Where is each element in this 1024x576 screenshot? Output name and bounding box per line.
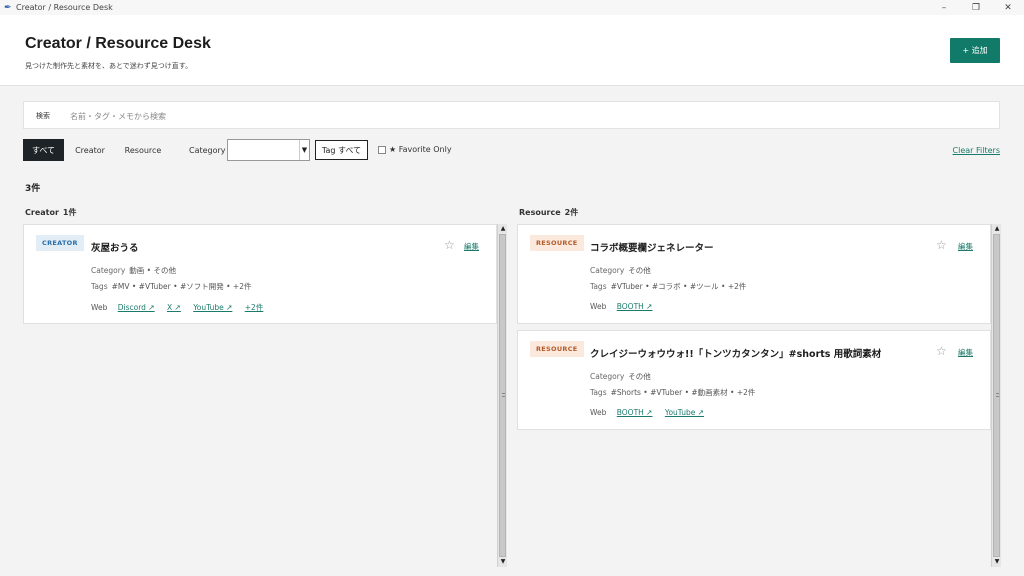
star-icon[interactable]: ☆ (936, 344, 947, 358)
x-link[interactable]: X ↗ (167, 303, 181, 312)
youtube-link[interactable]: YouTube ↗ (665, 408, 704, 417)
result-count: 3件 (25, 184, 41, 194)
edit-link[interactable]: 編集 (958, 241, 973, 252)
card-category: Category 動画 • その他 (91, 265, 176, 276)
edit-link[interactable]: 編集 (464, 241, 479, 252)
window-title: Creator / Resource Desk (16, 3, 113, 12)
discord-link[interactable]: Discord ↗ (118, 303, 155, 312)
close-button[interactable]: ✕ (992, 0, 1024, 15)
scroll-up-icon[interactable]: ▲ (992, 224, 1002, 234)
category-value: その他 (628, 372, 651, 381)
category-value: 動画 • その他 (129, 266, 176, 275)
category-value: その他 (628, 266, 651, 275)
card-tags: Tags #MV • #VTuber • #ソフト開発 • +2件 (91, 281, 251, 292)
scroll-down-icon[interactable]: ▼ (992, 557, 1002, 567)
tag-filter-button[interactable]: Tag すべて (315, 140, 368, 160)
scroll-up-icon[interactable]: ▲ (498, 224, 508, 234)
resource-column-count: 2件 (564, 208, 579, 217)
booth-link[interactable]: BOOTH ↗ (617, 302, 653, 311)
tags-value: #MV • #VTuber • #ソフト開発 • +2件 (111, 282, 252, 291)
filter-creator[interactable]: Creator (70, 139, 110, 161)
category-select[interactable]: ▼ (227, 139, 310, 161)
type-badge: CREATOR (36, 235, 84, 251)
clear-filters-link[interactable]: Clear Filters (953, 146, 1000, 155)
card-name: 灰屋おうる (91, 243, 139, 254)
resource-scrollbar[interactable]: ▲ ▼ (991, 224, 1001, 567)
minimize-button[interactable]: – (928, 0, 960, 15)
grip-icon (996, 393, 999, 397)
edit-link[interactable]: 編集 (958, 347, 973, 358)
scroll-down-icon[interactable]: ▼ (498, 557, 508, 567)
web-key: Web (590, 408, 607, 417)
tags-value: #Shorts • #VTuber • #動画素材 • +2件 (610, 388, 756, 397)
favorite-label: ★ Favorite Only (389, 145, 452, 154)
resource-card[interactable]: RESOURCE コラボ概要欄ジェネレーター ☆ 編集 Category その他 … (517, 224, 991, 324)
card-web: Web BOOTH ↗ YouTube ↗ (590, 408, 714, 417)
search-input[interactable] (70, 107, 970, 125)
category-key: Category (590, 372, 625, 381)
feather-icon: ✒ (4, 2, 12, 13)
favorite-only-toggle[interactable]: ★ Favorite Only (378, 145, 452, 154)
resource-column-head: Resource 2件 (519, 207, 578, 218)
card-category: Category その他 (590, 265, 651, 276)
window-titlebar: ✒ Creator / Resource Desk (0, 0, 1024, 15)
star-icon[interactable]: ☆ (936, 238, 947, 252)
type-badge: RESOURCE (530, 341, 584, 357)
search-label: 検索 (36, 112, 50, 120)
search-bar: 検索 (23, 101, 1000, 129)
type-badge: RESOURCE (530, 235, 584, 251)
tags-key: Tags (590, 282, 607, 291)
card-tags: Tags #VTuber • #コラボ • #ツール • +2件 (590, 281, 746, 292)
filter-all[interactable]: すべて (23, 139, 64, 161)
scroll-thumb[interactable] (499, 234, 506, 557)
web-key: Web (91, 303, 108, 312)
tags-value: #VTuber • #コラボ • #ツール • +2件 (610, 282, 747, 291)
resource-card[interactable]: RESOURCE クレイジーウォウウォ!!「トンツカタンタン」#shorts 用… (517, 330, 991, 430)
resource-column-title: Resource (519, 208, 561, 217)
favorite-checkbox[interactable] (378, 145, 386, 154)
more-links[interactable]: +2件 (245, 303, 264, 312)
card-category: Category その他 (590, 371, 651, 382)
page-title: Creator / Resource Desk (25, 35, 211, 52)
creator-scrollbar[interactable]: ▲ ▼ (497, 224, 507, 567)
card-name: クレイジーウォウウォ!!「トンツカタンタン」#shorts 用歌詞素材 (590, 349, 882, 360)
add-button[interactable]: + 追加 (950, 38, 1000, 63)
page-subtitle: 見つけた制作先と素材を、あとで迷わず見つけ直す。 (25, 62, 193, 70)
grip-icon (502, 393, 505, 397)
chevron-down-icon[interactable]: ▼ (299, 140, 309, 160)
category-label: Category (189, 146, 226, 155)
filter-resource[interactable]: Resource (120, 139, 166, 161)
tags-key: Tags (590, 388, 607, 397)
creator-card[interactable]: CREATOR 灰屋おうる ☆ 編集 Category 動画 • その他 Tags… (23, 224, 497, 324)
creator-column-count: 1件 (62, 208, 77, 217)
filter-bar: すべて Creator Resource Category ▼ Tag すべて … (23, 139, 1000, 161)
restore-button[interactable]: ❐ (960, 0, 992, 15)
tags-key: Tags (91, 282, 108, 291)
card-web: Web Discord ↗ X ↗ YouTube ↗ +2件 (91, 302, 273, 313)
creator-column-title: Creator (25, 208, 59, 217)
app-header: Creator / Resource Desk 見つけた制作先と素材を、あとで迷… (0, 15, 1024, 86)
card-tags: Tags #Shorts • #VTuber • #動画素材 • +2件 (590, 387, 755, 398)
booth-link[interactable]: BOOTH ↗ (617, 408, 653, 417)
web-key: Web (590, 302, 607, 311)
card-name: コラボ概要欄ジェネレーター (590, 243, 714, 254)
category-key: Category (91, 266, 126, 275)
youtube-link[interactable]: YouTube ↗ (193, 303, 232, 312)
card-web: Web BOOTH ↗ (590, 302, 662, 311)
scroll-thumb[interactable] (993, 234, 1000, 557)
creator-column-head: Creator 1件 (25, 207, 76, 218)
star-icon[interactable]: ☆ (444, 238, 455, 252)
category-key: Category (590, 266, 625, 275)
